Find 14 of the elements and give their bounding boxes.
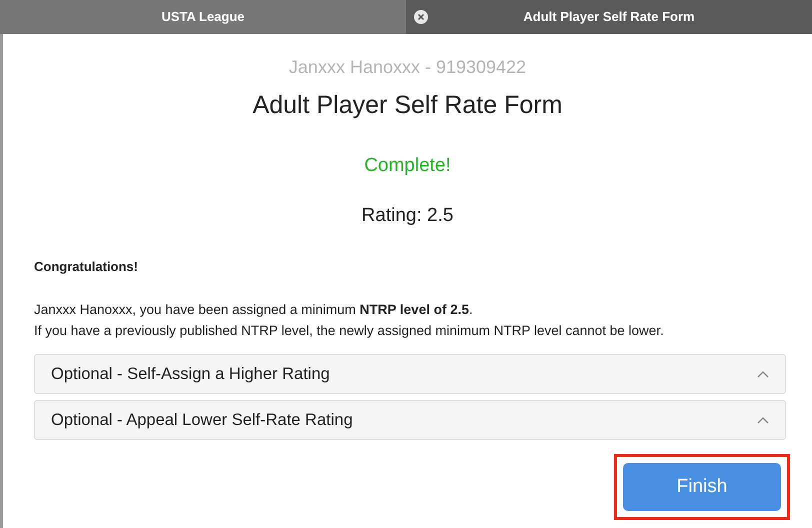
chevron-icon: [757, 370, 769, 378]
chevron-icon: [757, 416, 769, 424]
accordion-header[interactable]: Optional - Appeal Lower Self-Rate Rating: [34, 400, 786, 440]
heading-text: Congratulations!: [34, 258, 139, 276]
player-name: Janxxx Hanoxxx - 919309422: [288, 56, 528, 78]
tab[interactable]: Adult Player Self Rate Form: [406, 0, 812, 34]
message-text: If you have a previously published NTRP level, the newly assigned minimum NTRP level cannot be lower.: [34, 322, 665, 340]
form-title: Adult Player Self Rate Form: [252, 90, 564, 120]
accordion-header[interactable]: Optional - Self-Assign a Higher Rating: [34, 354, 786, 394]
rating-text: Rating: 2.5: [360, 204, 454, 228]
close-icon[interactable]: [414, 10, 428, 24]
tab[interactable]: USTA League: [0, 0, 406, 34]
message-text: Janxxx Hanoxxx, you have been assigned a minimum NTRP level of 2.5.: [34, 301, 474, 319]
status-text: Complete!: [363, 154, 452, 178]
